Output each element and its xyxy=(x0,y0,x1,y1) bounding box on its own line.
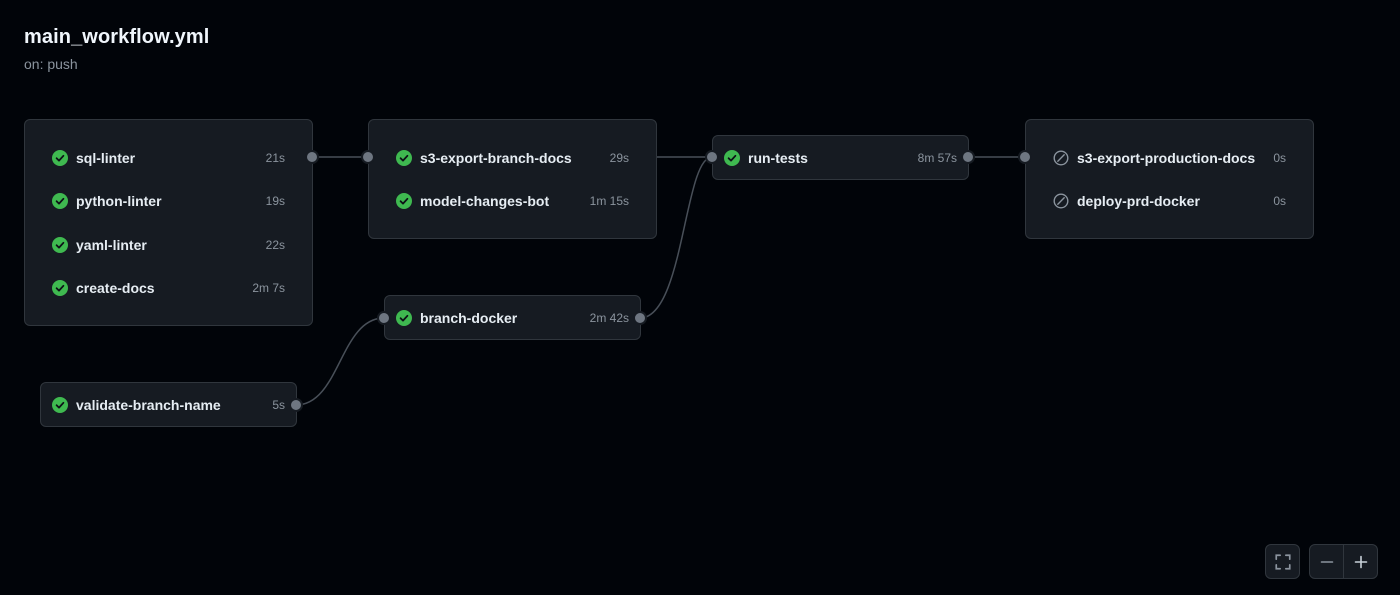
skip-icon xyxy=(1053,150,1069,166)
job-branch-docker[interactable]: branch-docker 2m 42s xyxy=(396,307,629,329)
job-duration: 22s xyxy=(265,238,285,252)
workflow-graph-canvas: main_workflow.yml on: push sql-linter 21… xyxy=(0,0,1400,595)
edge-validate-to-branch-docker xyxy=(295,317,385,406)
job-name: yaml-linter xyxy=(76,237,147,253)
zoom-out-button[interactable] xyxy=(1310,545,1344,578)
job-name: deploy-prd-docker xyxy=(1077,193,1200,209)
workflow-trigger: on: push xyxy=(24,56,78,72)
job-duration: 21s xyxy=(265,151,285,165)
job-run-tests[interactable]: run-tests 8m 57s xyxy=(724,147,957,169)
check-circle-fill-icon xyxy=(396,150,412,166)
input-port xyxy=(377,311,391,325)
job-s3-export-production-docs[interactable]: s3-export-production-docs 0s xyxy=(1053,147,1286,169)
workflow-title: main_workflow.yml xyxy=(24,26,210,48)
output-port xyxy=(305,150,319,164)
zoom-controls xyxy=(1309,544,1378,579)
job-name: branch-docker xyxy=(420,310,518,326)
job-group-run-tests: run-tests 8m 57s xyxy=(712,135,969,180)
job-model-changes-bot[interactable]: model-changes-bot 1m 15s xyxy=(396,190,629,212)
check-circle-fill-icon xyxy=(52,397,68,413)
job-name: run-tests xyxy=(748,150,808,166)
job-s3-export-branch-docs[interactable]: s3-export-branch-docs 29s xyxy=(396,147,629,169)
check-circle-fill-icon xyxy=(396,193,412,209)
output-port xyxy=(633,311,647,325)
job-duration: 2m 42s xyxy=(589,311,629,325)
job-group-production: s3-export-production-docs 0s deploy-prd-… xyxy=(1025,119,1314,239)
input-port xyxy=(1018,150,1032,164)
job-duration: 0s xyxy=(1273,151,1286,165)
check-circle-fill-icon xyxy=(396,310,412,326)
job-duration: 5s xyxy=(272,398,285,412)
check-circle-fill-icon xyxy=(52,193,68,209)
output-port xyxy=(961,150,975,164)
fullscreen-button[interactable] xyxy=(1266,545,1299,578)
fullscreen-control xyxy=(1265,544,1300,579)
check-circle-fill-icon xyxy=(724,150,740,166)
job-duration: 19s xyxy=(265,194,285,208)
job-group-linters: sql-linter 21s python-linter 19s yaml-li… xyxy=(24,119,313,326)
skip-icon xyxy=(1053,193,1069,209)
job-name: python-linter xyxy=(76,193,162,209)
fullscreen-icon xyxy=(1274,553,1291,570)
job-deploy-prd-docker[interactable]: deploy-prd-docker 0s xyxy=(1053,190,1286,212)
job-create-docs[interactable]: create-docs 2m 7s xyxy=(52,277,285,299)
zoom-in-button[interactable] xyxy=(1344,545,1377,578)
check-circle-fill-icon xyxy=(52,237,68,253)
job-duration: 29s xyxy=(609,151,629,165)
job-name: model-changes-bot xyxy=(420,193,550,209)
job-duration: 1m 15s xyxy=(589,194,629,208)
input-port xyxy=(705,150,719,164)
output-port xyxy=(289,398,303,412)
input-port xyxy=(361,150,375,164)
job-name: s3-export-production-docs xyxy=(1077,150,1256,166)
job-name: sql-linter xyxy=(76,150,136,166)
job-group-branch-docs: s3-export-branch-docs 29s model-changes-… xyxy=(368,119,657,239)
job-name: create-docs xyxy=(76,280,155,296)
check-circle-fill-icon xyxy=(52,280,68,296)
job-python-linter[interactable]: python-linter 19s xyxy=(52,190,285,212)
job-duration: 2m 7s xyxy=(252,281,285,295)
job-name: validate-branch-name xyxy=(76,397,221,413)
job-duration: 0s xyxy=(1273,194,1286,208)
zoom-out-icon xyxy=(1320,560,1333,563)
job-group-branch-docker: branch-docker 2m 42s xyxy=(384,295,641,340)
job-duration: 8m 57s xyxy=(917,151,957,165)
job-sql-linter[interactable]: sql-linter 21s xyxy=(52,147,285,169)
job-yaml-linter[interactable]: yaml-linter 22s xyxy=(52,234,285,256)
check-circle-fill-icon xyxy=(52,150,68,166)
job-group-validate: validate-branch-name 5s xyxy=(40,382,297,427)
job-validate-branch-name[interactable]: validate-branch-name 5s xyxy=(52,394,285,416)
job-name: s3-export-branch-docs xyxy=(420,150,572,166)
zoom-in-icon xyxy=(1354,555,1367,568)
